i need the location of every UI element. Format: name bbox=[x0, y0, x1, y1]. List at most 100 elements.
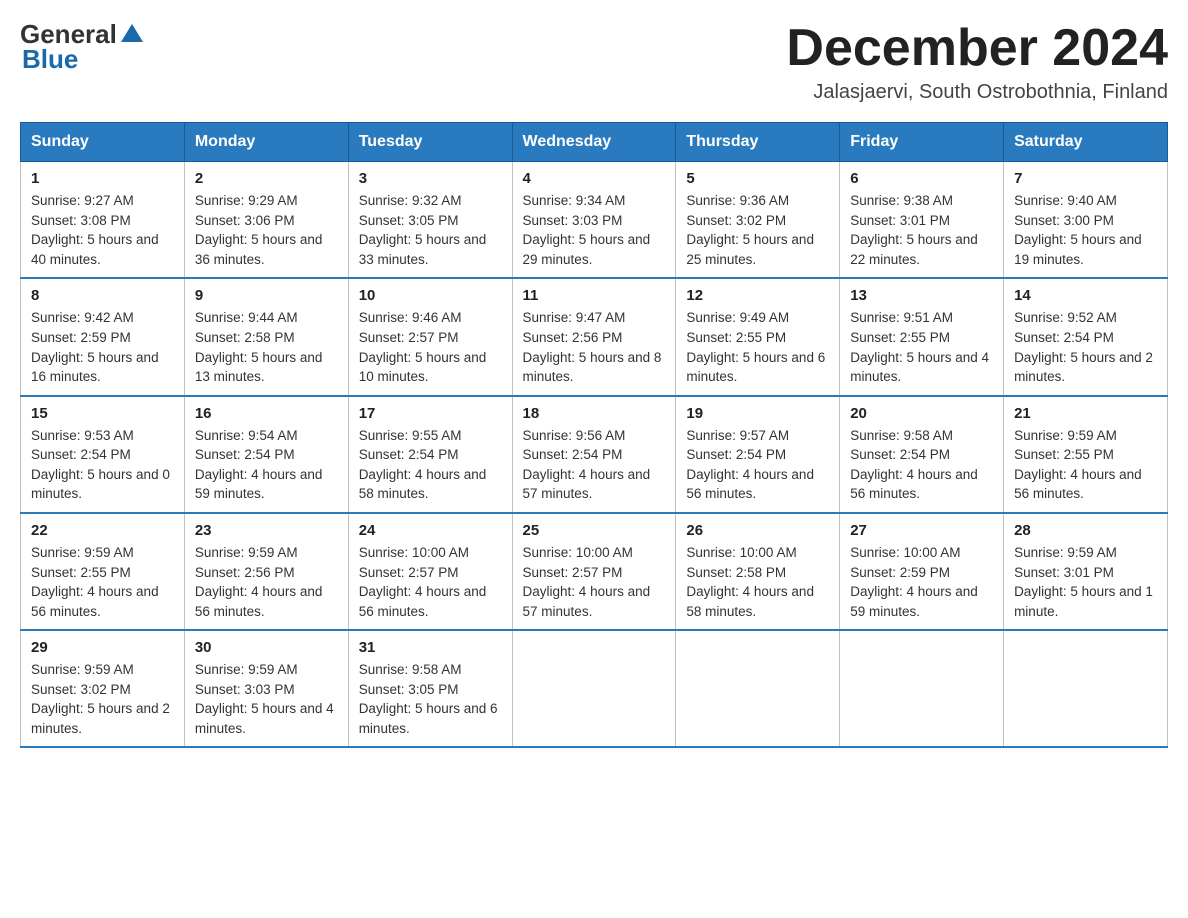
day-number: 24 bbox=[359, 522, 502, 539]
calendar-cell: 7 Sunrise: 9:40 AMSunset: 3:00 PMDaylight… bbox=[1004, 162, 1168, 279]
day-number: 18 bbox=[523, 405, 666, 422]
calendar-cell: 4 Sunrise: 9:34 AMSunset: 3:03 PMDaylight… bbox=[512, 162, 676, 279]
day-info: Sunrise: 10:00 AMSunset: 2:58 PMDaylight… bbox=[686, 543, 829, 621]
day-info: Sunrise: 9:59 AMSunset: 2:55 PMDaylight:… bbox=[31, 543, 174, 621]
day-number: 9 bbox=[195, 287, 338, 304]
logo: General Blue bbox=[20, 20, 143, 73]
day-info: Sunrise: 9:59 AMSunset: 2:56 PMDaylight:… bbox=[195, 543, 338, 621]
calendar-cell: 25 Sunrise: 10:00 AMSunset: 2:57 PMDaylig… bbox=[512, 513, 676, 630]
day-info: Sunrise: 10:00 AMSunset: 2:59 PMDaylight… bbox=[850, 543, 993, 621]
day-info: Sunrise: 9:32 AMSunset: 3:05 PMDaylight:… bbox=[359, 191, 502, 269]
day-info: Sunrise: 10:00 AMSunset: 2:57 PMDaylight… bbox=[523, 543, 666, 621]
day-number: 17 bbox=[359, 405, 502, 422]
calendar-cell: 3Sunrise: 9:32 AMSunset: 3:05 PMDaylight… bbox=[348, 162, 512, 279]
day-number: 13 bbox=[850, 287, 993, 304]
day-info: Sunrise: 9:59 AMSunset: 3:02 PMDaylight:… bbox=[31, 660, 174, 738]
day-number: 11 bbox=[523, 287, 666, 304]
calendar-cell bbox=[512, 630, 676, 747]
day-info: Sunrise: 9:34 AMSunset: 3:03 PMDaylight:… bbox=[523, 191, 666, 269]
header-thursday: Thursday bbox=[676, 123, 840, 162]
day-number: 23 bbox=[195, 522, 338, 539]
day-number: 27 bbox=[850, 522, 993, 539]
day-number: 21 bbox=[1014, 405, 1157, 422]
day-info: Sunrise: 9:59 AMSunset: 3:01 PMDaylight:… bbox=[1014, 543, 1157, 621]
week-row-2: 8 Sunrise: 9:42 AMSunset: 2:59 PMDaylight… bbox=[21, 278, 1168, 395]
calendar-table: SundayMondayTuesdayWednesdayThursdayFrid… bbox=[20, 122, 1168, 748]
header-monday: Monday bbox=[184, 123, 348, 162]
calendar-header-row: SundayMondayTuesdayWednesdayThursdayFrid… bbox=[21, 123, 1168, 162]
header-sunday: Sunday bbox=[21, 123, 185, 162]
calendar-cell: 30 Sunrise: 9:59 AMSunset: 3:03 PMDayligh… bbox=[184, 630, 348, 747]
day-info: Sunrise: 9:53 AMSunset: 2:54 PMDaylight:… bbox=[31, 426, 174, 504]
calendar-cell: 1 Sunrise: 9:27 AMSunset: 3:08 PMDaylight… bbox=[21, 162, 185, 279]
day-info: Sunrise: 9:56 AMSunset: 2:54 PMDaylight:… bbox=[523, 426, 666, 504]
day-info: Sunrise: 9:27 AMSunset: 3:08 PMDaylight:… bbox=[31, 191, 174, 269]
calendar-cell: 12Sunrise: 9:49 AMSunset: 2:55 PMDayligh… bbox=[676, 278, 840, 395]
calendar-cell: 2 Sunrise: 9:29 AMSunset: 3:06 PMDaylight… bbox=[184, 162, 348, 279]
day-info: Sunrise: 9:52 AMSunset: 2:54 PMDaylight:… bbox=[1014, 308, 1157, 386]
day-number: 30 bbox=[195, 639, 338, 656]
calendar-cell: 21 Sunrise: 9:59 AMSunset: 2:55 PMDayligh… bbox=[1004, 396, 1168, 513]
calendar-cell: 17 Sunrise: 9:55 AMSunset: 2:54 PMDayligh… bbox=[348, 396, 512, 513]
calendar-cell: 16Sunrise: 9:54 AMSunset: 2:54 PMDayligh… bbox=[184, 396, 348, 513]
day-number: 10 bbox=[359, 287, 502, 304]
day-info: Sunrise: 9:46 AMSunset: 2:57 PMDaylight:… bbox=[359, 308, 502, 386]
day-info: Sunrise: 9:40 AMSunset: 3:00 PMDaylight:… bbox=[1014, 191, 1157, 269]
day-info: Sunrise: 9:42 AMSunset: 2:59 PMDaylight:… bbox=[31, 308, 174, 386]
title-block: December 2024 Jalasjaervi, South Ostrobo… bbox=[786, 20, 1168, 104]
logo-text-blue: Blue bbox=[20, 45, 143, 74]
header-friday: Friday bbox=[840, 123, 1004, 162]
day-number: 4 bbox=[523, 170, 666, 187]
day-number: 8 bbox=[31, 287, 174, 304]
calendar-cell: 9 Sunrise: 9:44 AMSunset: 2:58 PMDaylight… bbox=[184, 278, 348, 395]
day-number: 28 bbox=[1014, 522, 1157, 539]
day-number: 25 bbox=[523, 522, 666, 539]
calendar-cell: 29 Sunrise: 9:59 AMSunset: 3:02 PMDayligh… bbox=[21, 630, 185, 747]
day-info: Sunrise: 9:57 AMSunset: 2:54 PMDaylight:… bbox=[686, 426, 829, 504]
week-row-1: 1 Sunrise: 9:27 AMSunset: 3:08 PMDaylight… bbox=[21, 162, 1168, 279]
calendar-cell: 15 Sunrise: 9:53 AMSunset: 2:54 PMDayligh… bbox=[21, 396, 185, 513]
day-number: 29 bbox=[31, 639, 174, 656]
day-number: 7 bbox=[1014, 170, 1157, 187]
day-number: 12 bbox=[686, 287, 829, 304]
day-number: 20 bbox=[850, 405, 993, 422]
day-info: Sunrise: 9:59 AMSunset: 2:55 PMDaylight:… bbox=[1014, 426, 1157, 504]
day-info: Sunrise: 9:51 AMSunset: 2:55 PMDaylight:… bbox=[850, 308, 993, 386]
calendar-cell: 13 Sunrise: 9:51 AMSunset: 2:55 PMDayligh… bbox=[840, 278, 1004, 395]
day-info: Sunrise: 9:54 AMSunset: 2:54 PMDaylight:… bbox=[195, 426, 338, 504]
header-wednesday: Wednesday bbox=[512, 123, 676, 162]
day-number: 15 bbox=[31, 405, 174, 422]
calendar-cell: 27 Sunrise: 10:00 AMSunset: 2:59 PMDaylig… bbox=[840, 513, 1004, 630]
day-info: Sunrise: 9:59 AMSunset: 3:03 PMDaylight:… bbox=[195, 660, 338, 738]
day-number: 6 bbox=[850, 170, 993, 187]
day-info: Sunrise: 9:44 AMSunset: 2:58 PMDaylight:… bbox=[195, 308, 338, 386]
location-subtitle: Jalasjaervi, South Ostrobothnia, Finland bbox=[786, 81, 1168, 104]
day-number: 2 bbox=[195, 170, 338, 187]
day-number: 19 bbox=[686, 405, 829, 422]
day-info: Sunrise: 9:38 AMSunset: 3:01 PMDaylight:… bbox=[850, 191, 993, 269]
day-number: 22 bbox=[31, 522, 174, 539]
week-row-5: 29 Sunrise: 9:59 AMSunset: 3:02 PMDayligh… bbox=[21, 630, 1168, 747]
header-saturday: Saturday bbox=[1004, 123, 1168, 162]
day-info: Sunrise: 9:55 AMSunset: 2:54 PMDaylight:… bbox=[359, 426, 502, 504]
day-number: 26 bbox=[686, 522, 829, 539]
calendar-cell bbox=[1004, 630, 1168, 747]
day-number: 31 bbox=[359, 639, 502, 656]
day-number: 1 bbox=[31, 170, 174, 187]
day-info: Sunrise: 9:58 AMSunset: 3:05 PMDaylight:… bbox=[359, 660, 502, 738]
day-number: 14 bbox=[1014, 287, 1157, 304]
day-info: Sunrise: 9:29 AMSunset: 3:06 PMDaylight:… bbox=[195, 191, 338, 269]
logo-triangle-icon bbox=[121, 22, 143, 44]
calendar-cell: 20Sunrise: 9:58 AMSunset: 2:54 PMDayligh… bbox=[840, 396, 1004, 513]
calendar-cell: 10 Sunrise: 9:46 AMSunset: 2:57 PMDayligh… bbox=[348, 278, 512, 395]
page-header: General Blue December 2024 Jalasjaervi, … bbox=[20, 20, 1168, 104]
day-info: Sunrise: 10:00 AMSunset: 2:57 PMDaylight… bbox=[359, 543, 502, 621]
calendar-cell bbox=[676, 630, 840, 747]
calendar-cell: 18 Sunrise: 9:56 AMSunset: 2:54 PMDayligh… bbox=[512, 396, 676, 513]
month-year-title: December 2024 bbox=[786, 20, 1168, 77]
header-tuesday: Tuesday bbox=[348, 123, 512, 162]
calendar-cell: 23 Sunrise: 9:59 AMSunset: 2:56 PMDayligh… bbox=[184, 513, 348, 630]
calendar-cell bbox=[840, 630, 1004, 747]
calendar-cell: 5Sunrise: 9:36 AMSunset: 3:02 PMDaylight… bbox=[676, 162, 840, 279]
calendar-cell: 11Sunrise: 9:47 AMSunset: 2:56 PMDayligh… bbox=[512, 278, 676, 395]
